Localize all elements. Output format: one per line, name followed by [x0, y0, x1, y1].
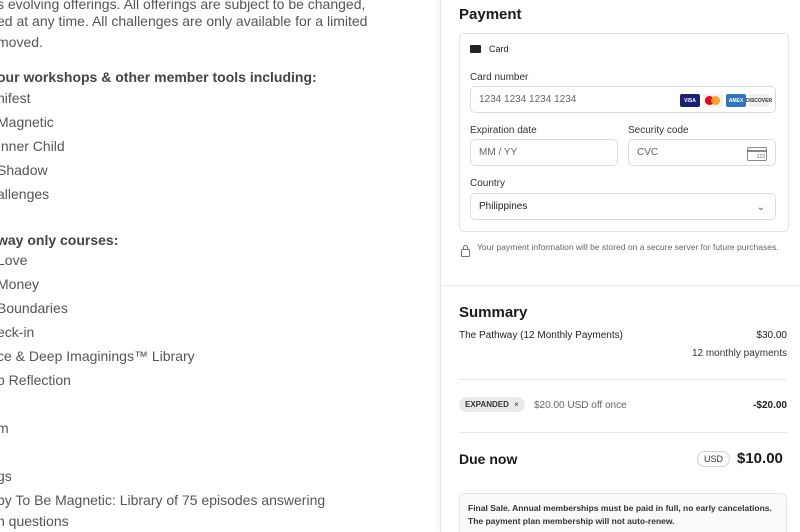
- description-line: s evolving offerings. All offerings are …: [0, 0, 366, 12]
- cvc-input[interactable]: CVC 123: [628, 139, 776, 166]
- amex-icon: AMEX: [726, 94, 746, 107]
- list-item: m: [0, 420, 9, 436]
- expiry-input[interactable]: MM / YY: [470, 139, 618, 166]
- chevron-down-icon: ⌄: [756, 202, 765, 213]
- line-item-subtext: 12 monthly payments: [691, 348, 787, 359]
- card-number-input[interactable]: 1234 1234 1234 1234 VISA AMEX DISCOVER: [470, 86, 776, 113]
- summary-title: Summary: [459, 304, 528, 321]
- list-item: Magnetic: [0, 114, 54, 130]
- list-item: gs: [0, 468, 12, 484]
- section-heading: way only courses:: [0, 232, 119, 248]
- due-now-label: Due now: [459, 451, 518, 467]
- secure-storage-note: Your payment information will be stored …: [459, 241, 779, 257]
- currency-badge: USD: [697, 451, 731, 467]
- description-line: ed at any time. All challenges are only …: [0, 13, 368, 29]
- card-number-label: Card number: [470, 72, 529, 83]
- list-item: Love: [0, 252, 28, 268]
- card-tab-label: Card: [489, 44, 509, 54]
- country-value: Philippines: [479, 201, 528, 212]
- expiry-label: Expiration date: [470, 125, 537, 136]
- card-payment-form: Card Card number 1234 1234 1234 1234 VIS…: [459, 33, 789, 232]
- list-item: Money: [0, 276, 40, 292]
- discover-icon: DISCOVER: [746, 94, 772, 107]
- line-item-name: The Pathway (12 Monthly Payments): [459, 330, 623, 341]
- remove-promo-icon[interactable]: ×: [514, 400, 519, 409]
- list-item: Boundaries: [0, 300, 68, 316]
- promo-description: $20.00 USD off once: [534, 400, 627, 411]
- cvc-label: Security code: [628, 125, 689, 136]
- list-item: p Reflection: [0, 372, 71, 388]
- credit-card-icon: [470, 45, 481, 53]
- promo-code: EXPANDED: [465, 400, 509, 409]
- description-line: moved.: [0, 34, 43, 50]
- card-brand-icons: VISA AMEX DISCOVER: [680, 94, 772, 107]
- card-number-placeholder: 1234 1234 1234 1234: [479, 94, 577, 105]
- visa-icon: VISA: [680, 94, 700, 107]
- cvc-placeholder: CVC: [637, 147, 659, 158]
- list-item: Inner Child: [0, 138, 65, 154]
- list-item: by To Be Magnetic: Library of 75 episode…: [0, 492, 326, 508]
- list-item: n questions: [0, 513, 69, 529]
- offer-details-panel: s evolving offerings. All offerings are …: [0, 0, 440, 532]
- checkout-panel: Payment Card Card number 1234 1234 1234 …: [440, 0, 800, 532]
- section-divider: [441, 285, 800, 286]
- lock-icon: [461, 245, 470, 257]
- card-tab[interactable]: Card: [470, 44, 509, 54]
- mastercard-icon: [703, 94, 723, 107]
- secure-note-text: Your payment information will be stored …: [477, 242, 779, 252]
- cvc-card-icon: 123: [747, 147, 767, 161]
- country-select[interactable]: Philippines ⌄: [470, 193, 776, 220]
- payment-title: Payment: [459, 6, 522, 23]
- list-item: eck-in: [0, 324, 35, 340]
- list-item: ce & Deep Imaginings™ Library: [0, 348, 195, 364]
- promo-code-badge: EXPANDED ×: [459, 397, 525, 412]
- due-now-amount: $10.00: [737, 450, 783, 467]
- expiry-placeholder: MM / YY: [479, 147, 518, 158]
- country-label: Country: [470, 178, 506, 189]
- list-item: Shadow: [0, 162, 48, 178]
- final-sale-notice: Final Sale. Annual memberships must be p…: [459, 493, 787, 532]
- summary-divider: [459, 379, 787, 380]
- list-item: allenges: [0, 186, 50, 202]
- list-item: nifest: [0, 90, 31, 106]
- summary-divider: [459, 432, 787, 433]
- line-item-price: $30.00: [756, 330, 787, 341]
- promo-amount: -$20.00: [753, 400, 787, 411]
- final-sale-text: Final Sale. Annual memberships must be p…: [468, 503, 772, 526]
- section-heading: our workshops & other member tools inclu…: [0, 69, 317, 85]
